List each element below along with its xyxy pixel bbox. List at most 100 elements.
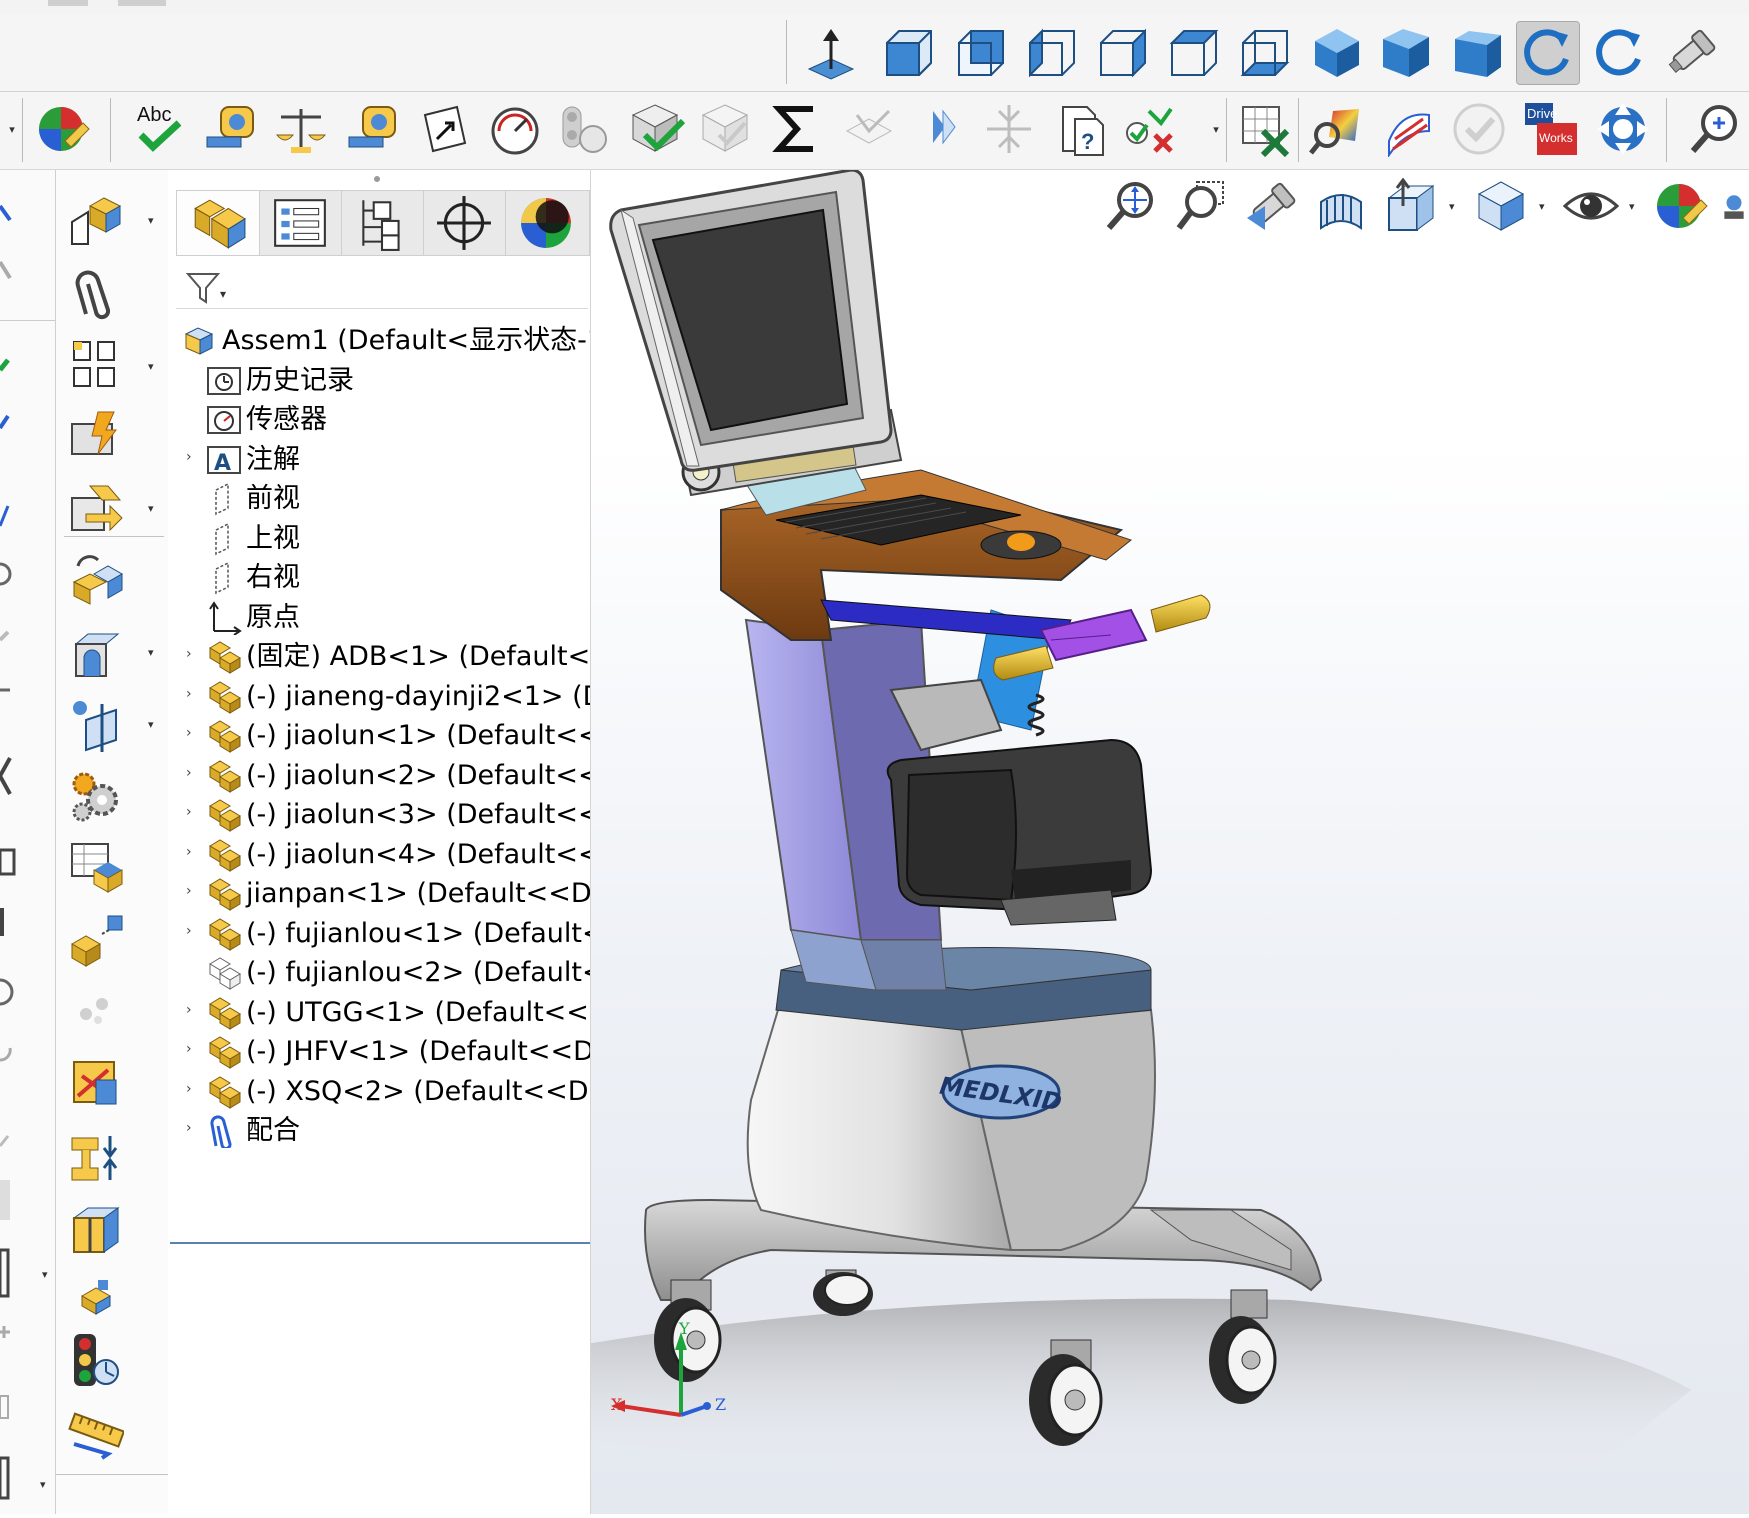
cm-dropdown-arrow[interactable]: ▾ bbox=[148, 360, 154, 373]
appearance-icon[interactable] bbox=[32, 98, 94, 160]
property-manager-tab[interactable] bbox=[259, 191, 342, 255]
title-tab[interactable] bbox=[118, 0, 166, 6]
tree-item[interactable]: 前视 bbox=[168, 478, 590, 518]
sensor-icon[interactable] bbox=[484, 98, 546, 160]
cm-dropdown-arrow[interactable]: ▾ bbox=[148, 502, 154, 515]
linear-component-pattern-icon[interactable] bbox=[66, 334, 126, 394]
top-view-icon[interactable] bbox=[1163, 22, 1225, 84]
expand-arrow-icon[interactable]: › bbox=[186, 844, 200, 864]
mate-icon[interactable] bbox=[66, 262, 126, 322]
new-motion-study-icon[interactable] bbox=[66, 766, 126, 826]
tree-item[interactable]: 右视 bbox=[168, 557, 590, 597]
zebra-stripes-icon[interactable] bbox=[1378, 98, 1440, 160]
insert-components-icon[interactable] bbox=[66, 190, 126, 250]
isometric-view-icon[interactable] bbox=[1306, 22, 1368, 84]
check-part-icon[interactable]: ? bbox=[1050, 98, 1112, 160]
tree-item[interactable]: › (-) jianeng-dayinji2<1> (D bbox=[168, 676, 590, 716]
show-hidden-components-icon[interactable] bbox=[66, 550, 126, 610]
tree-item[interactable]: 上视 bbox=[168, 518, 590, 558]
display-style-icon[interactable] bbox=[1471, 176, 1531, 236]
apply-scene-icon[interactable] bbox=[1719, 176, 1749, 236]
tree-root-assembly[interactable]: Assem1 (Default<显示状态-1 bbox=[168, 320, 590, 360]
filter-icon[interactable]: ▾ bbox=[184, 270, 232, 306]
mass-properties-icon[interactable] bbox=[270, 98, 332, 160]
cm-dropdown-arrow[interactable]: ▾ bbox=[148, 718, 154, 731]
normal-to-icon[interactable] bbox=[800, 22, 862, 84]
bottom-view-icon[interactable] bbox=[1234, 22, 1296, 84]
exploded-view-icon[interactable] bbox=[66, 910, 126, 970]
tree-item[interactable]: (-) fujianlou<2> (Default< bbox=[168, 952, 590, 992]
hud-dropdown-arrow[interactable]: ▾ bbox=[1449, 200, 1455, 213]
tree-item[interactable]: › A 注解 bbox=[168, 439, 590, 479]
zoom-to-fit-icon[interactable] bbox=[1101, 176, 1161, 236]
trimetric-view-icon[interactable] bbox=[1376, 22, 1438, 84]
previous-view-icon[interactable] bbox=[1241, 176, 1301, 236]
hole-alignment-icon[interactable] bbox=[838, 98, 900, 160]
sketch-on-face-icon[interactable] bbox=[414, 98, 476, 160]
display-manager-tab[interactable] bbox=[505, 191, 587, 255]
expand-arrow-icon[interactable]: › bbox=[186, 923, 200, 943]
expand-arrow-icon[interactable]: › bbox=[186, 883, 200, 903]
equations-icon[interactable] bbox=[766, 98, 828, 160]
excel-bom-icon[interactable] bbox=[1234, 98, 1296, 160]
section-view-icon[interactable] bbox=[1311, 176, 1371, 236]
title-tab[interactable] bbox=[48, 0, 88, 6]
hide-show-items-icon[interactable] bbox=[1561, 176, 1621, 236]
edit-appearance-icon[interactable] bbox=[1651, 176, 1711, 236]
spell-check-icon[interactable]: Abc bbox=[128, 98, 190, 160]
graphics-viewport[interactable]: MEDLXID Y X Z ▾ ▾ ▾ bbox=[591, 170, 1749, 1514]
section-properties-icon[interactable] bbox=[342, 98, 404, 160]
tree-item[interactable]: › (-) XSQ<2> (Default<<De bbox=[168, 1071, 590, 1111]
expand-arrow-icon[interactable]: › bbox=[186, 725, 200, 745]
toolbar-dropdown-arrow[interactable]: ▾ bbox=[6, 124, 18, 136]
tree-item[interactable]: › 配合 bbox=[168, 1110, 590, 1150]
expand-arrow-icon[interactable]: › bbox=[186, 1041, 200, 1061]
expand-arrow-icon[interactable]: › bbox=[186, 765, 200, 785]
3d-model[interactable]: MEDLXID Y X Z bbox=[591, 170, 1749, 1514]
update-speedpak-icon[interactable] bbox=[66, 1126, 126, 1186]
dimetric-view-icon[interactable] bbox=[1446, 22, 1508, 84]
expand-arrow-icon[interactable]: › bbox=[186, 686, 200, 706]
check-interference-icon[interactable] bbox=[626, 98, 688, 160]
explode-line-sketch-icon[interactable] bbox=[66, 982, 126, 1042]
front-view-icon[interactable] bbox=[878, 22, 940, 84]
bill-of-materials-icon[interactable] bbox=[66, 838, 126, 898]
tree-item[interactable]: › (-) JHFV<1> (Default<<D bbox=[168, 1031, 590, 1071]
zoom-to-area-hud-icon[interactable] bbox=[1171, 176, 1231, 236]
expand-arrow-icon[interactable]: › bbox=[186, 1120, 200, 1140]
check-ok-icon[interactable] bbox=[1448, 98, 1510, 160]
tree-item[interactable]: › (-) jiaolun<2> (Default<< bbox=[168, 755, 590, 795]
zoom-to-area-icon[interactable] bbox=[1660, 22, 1722, 84]
motion-study-icon[interactable] bbox=[1592, 98, 1654, 160]
compare-documents-icon[interactable] bbox=[908, 98, 970, 160]
expand-arrow-icon[interactable]: › bbox=[186, 449, 200, 469]
panel-splitter-handle[interactable] bbox=[374, 176, 380, 182]
tree-item[interactable]: › jianpan<1> (Default<<De bbox=[168, 873, 590, 913]
roll-view-icon[interactable] bbox=[1589, 22, 1651, 84]
take-snapshot-icon[interactable] bbox=[66, 1198, 126, 1258]
configuration-manager-tab[interactable] bbox=[341, 191, 424, 255]
mate-xpert-icon[interactable] bbox=[1118, 98, 1180, 160]
tree-item[interactable]: › (-) UTGG<1> (Default<<D bbox=[168, 992, 590, 1032]
assembly-features-icon[interactable] bbox=[66, 622, 126, 682]
dynamic-annotation-icon[interactable] bbox=[1381, 176, 1441, 236]
rotate-view-icon[interactable] bbox=[1516, 21, 1580, 85]
instant3d-icon[interactable] bbox=[66, 1054, 126, 1114]
reference-geometry-icon[interactable] bbox=[66, 694, 126, 754]
measure-ruler-icon[interactable] bbox=[66, 1402, 126, 1462]
measure-icon[interactable] bbox=[200, 98, 262, 160]
large-assembly-mode-icon[interactable] bbox=[66, 1264, 126, 1324]
expand-arrow-icon[interactable]: › bbox=[186, 1002, 200, 1022]
performance-evaluation-icon[interactable] bbox=[554, 98, 616, 160]
tree-item[interactable]: 传感器 bbox=[168, 399, 590, 439]
tree-item[interactable]: › (-) jiaolun<3> (Default<< bbox=[168, 794, 590, 834]
tree-item[interactable]: › (-) jiaolun<1> (Default<< bbox=[168, 715, 590, 755]
tree-item[interactable]: 历史记录 bbox=[168, 360, 590, 400]
left-view-icon[interactable] bbox=[1021, 22, 1083, 84]
deviation-analysis-icon[interactable] bbox=[1306, 98, 1368, 160]
zoom-icon[interactable] bbox=[1684, 98, 1746, 160]
cm-dropdown-arrow[interactable]: ▾ bbox=[148, 214, 154, 227]
toolbar-dropdown-arrow[interactable]: ▾ bbox=[1210, 124, 1222, 136]
right-view-icon[interactable] bbox=[1092, 22, 1154, 84]
smart-fasteners-icon[interactable] bbox=[66, 406, 126, 466]
